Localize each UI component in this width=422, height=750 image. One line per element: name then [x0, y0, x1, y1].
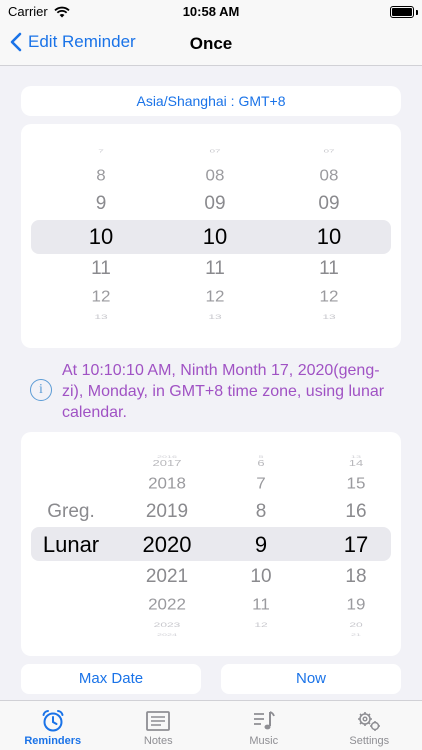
picker-option-minute[interactable]: 07: [209, 149, 220, 154]
picker-option-year[interactable]: 2017: [153, 459, 182, 468]
picker-option-day[interactable]: 19: [347, 596, 366, 614]
date-picker[interactable]: Greg. Lunar 2016 2017 2018 2019 2020 2021 2022 20…: [21, 432, 401, 656]
battery-fill: [392, 8, 412, 16]
picker-option-minute[interactable]: 09: [204, 193, 225, 215]
picker-option-second[interactable]: 13: [322, 314, 335, 321]
time-picker[interactable]: 7 8 9 10 11 12 13 07 08 09 10 11 12 13 07 08 09 10 11 12 13: [21, 124, 401, 348]
picker-option-hour[interactable]: 8: [96, 167, 105, 185]
picker-option-month[interactable]: 7: [256, 475, 265, 493]
picker-option-minute[interactable]: 11: [205, 258, 225, 280]
picker-option-year[interactable]: 2020: [143, 532, 192, 558]
tab-label: Settings: [349, 735, 390, 747]
status-time: 10:58 AM: [182, 4, 240, 19]
picker-option-minute[interactable]: 12: [206, 288, 225, 306]
picker-option-minute[interactable]: 13: [208, 314, 221, 321]
alarm-clock-icon: [42, 710, 64, 732]
tab-label: Reminders: [24, 735, 82, 747]
timezone-selector[interactable]: Asia/Shanghai : GMT+8: [21, 86, 401, 116]
tab-reminders[interactable]: Reminders: [0, 701, 106, 750]
battery-nub: [416, 10, 418, 15]
picker-option-year[interactable]: 2022: [148, 596, 186, 614]
picker-option-hour[interactable]: 11: [91, 258, 111, 280]
picker-option-second[interactable]: 10: [317, 224, 341, 250]
picker-option-month[interactable]: 8: [256, 501, 267, 523]
picker-option-hour[interactable]: 7: [98, 149, 104, 154]
picker-option-year[interactable]: 2021: [146, 566, 188, 588]
picker-option-calendar[interactable]: Greg.: [47, 501, 95, 523]
picker-option-day[interactable]: 15: [347, 475, 366, 493]
picker-option-month[interactable]: 9: [255, 532, 267, 558]
reminder-summary: i At 10:10:10 AM, Ninth Month 17, 2020(g…: [30, 360, 400, 423]
picker-option-second[interactable]: 09: [318, 193, 339, 215]
picker-option-hour[interactable]: 10: [89, 224, 113, 250]
picker-option-day[interactable]: 17: [344, 532, 368, 558]
picker-option-month[interactable]: 12: [254, 621, 267, 629]
tab-label: Notes: [143, 735, 173, 747]
max-date-button[interactable]: Max Date: [21, 664, 201, 694]
picker-option-hour[interactable]: 9: [96, 193, 107, 215]
tab-notes[interactable]: Notes: [106, 701, 212, 750]
tab-settings[interactable]: Settings: [317, 701, 422, 750]
notes-icon: [146, 711, 171, 731]
picker-option-second[interactable]: 08: [320, 167, 339, 185]
now-button[interactable]: Now: [221, 664, 401, 694]
info-icon: i: [30, 379, 52, 401]
picker-option-calendar[interactable]: Lunar: [43, 532, 99, 558]
gears-icon: [358, 712, 381, 731]
picker-option-second[interactable]: 12: [320, 288, 339, 306]
picker-option-year[interactable]: 2023: [154, 621, 181, 629]
picker-option-day[interactable]: 18: [345, 566, 366, 588]
picker-option-month[interactable]: 10: [250, 566, 271, 588]
navigation-bar: Edit Reminder Once: [0, 24, 422, 66]
picker-option-second[interactable]: 11: [319, 258, 339, 280]
picker-option-hour[interactable]: 13: [94, 314, 107, 321]
picker-option-year[interactable]: 2018: [148, 475, 186, 493]
picker-option-day[interactable]: 16: [345, 501, 366, 523]
tab-label: Music: [249, 735, 279, 747]
picker-option-day[interactable]: 20: [349, 621, 362, 629]
picker-option-second[interactable]: 07: [323, 149, 334, 154]
picker-option-day[interactable]: 21: [351, 633, 361, 637]
tab-music[interactable]: Music: [211, 701, 317, 750]
picker-option-month[interactable]: 11: [252, 596, 270, 614]
battery-icon: [390, 6, 414, 18]
picker-option-year[interactable]: 2024: [157, 633, 177, 637]
picker-option-month[interactable]: 6: [257, 459, 264, 468]
picker-option-minute[interactable]: 08: [206, 167, 225, 185]
status-bar: Carrier 10:58 AM: [0, 0, 422, 24]
music-icon: [253, 711, 275, 730]
picker-option-minute[interactable]: 10: [203, 224, 227, 250]
picker-option-hour[interactable]: 12: [92, 288, 111, 306]
page-title: Once: [189, 34, 233, 53]
picker-option-day[interactable]: 14: [349, 459, 363, 468]
tab-bar: Reminders Notes Music Settings: [0, 700, 422, 750]
picker-option-year[interactable]: 2019: [146, 501, 188, 523]
timezone-label: Asia/Shanghai : GMT+8: [136, 93, 286, 109]
summary-text: At 10:10:10 AM, Ninth Month 17, 2020(gen…: [62, 362, 385, 421]
